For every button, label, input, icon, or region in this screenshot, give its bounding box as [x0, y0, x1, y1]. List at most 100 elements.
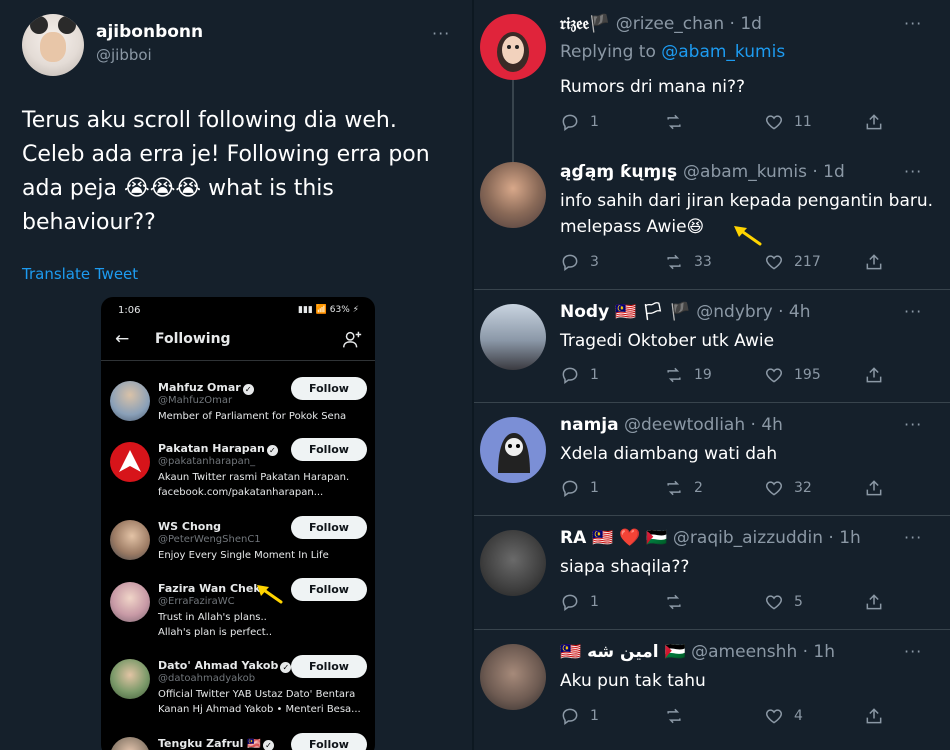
- reply-author-handle[interactable]: @deewtodliah: [624, 415, 745, 435]
- retweet-icon: [667, 254, 681, 270]
- retweet-button[interactable]: [664, 110, 694, 134]
- account-bio: Official Twitter YAB Ustaz Dato' Bentara…: [158, 689, 361, 715]
- share-button[interactable]: [864, 590, 894, 614]
- share-button[interactable]: [864, 476, 894, 500]
- follow-button[interactable]: Follow: [291, 377, 367, 400]
- reply-header: 🇲🇾 امين شه 🇵🇸 @ameenshh · 1h: [560, 642, 835, 662]
- account-name[interactable]: WS Chong: [158, 520, 221, 533]
- reply-button[interactable]: 3: [560, 250, 599, 274]
- retweet-button[interactable]: 2: [664, 476, 703, 500]
- reply-button[interactable]: 1: [560, 590, 599, 614]
- avatar[interactable]: [110, 520, 150, 560]
- avatar[interactable]: [110, 737, 150, 750]
- avatar[interactable]: [110, 582, 150, 622]
- reply-author-handle[interactable]: @ameenshh: [691, 642, 797, 662]
- avatar[interactable]: [480, 14, 546, 80]
- reply-button[interactable]: 1: [560, 476, 599, 500]
- retweet-button[interactable]: 33: [664, 250, 712, 274]
- replies-panel: 𝔯𝔦𝔷𝔢𝔢🏴 @rizee_chan · 1d ··· Replying to …: [474, 0, 950, 750]
- heart-icon: [765, 115, 783, 130]
- share-button[interactable]: [864, 250, 894, 274]
- reply-tweet[interactable]: Nody 🇲🇾 🏳 🏴 @ndybry · 4h ··· Tragedi Okt…: [474, 290, 950, 403]
- reply-time[interactable]: · 1h: [803, 642, 835, 662]
- account-name[interactable]: Tengku Zafrul 🇲🇾 ✓: [158, 737, 274, 750]
- account-name[interactable]: Dato' Ahmad Yakob ✓: [158, 659, 292, 673]
- reply-author-name[interactable]: RA 🇲🇾 ❤️ 🇵🇸: [560, 528, 668, 548]
- reply-time[interactable]: · 4h: [778, 302, 810, 322]
- reply-button[interactable]: 1: [560, 110, 599, 134]
- reply-author-handle[interactable]: @abam_kumis: [683, 162, 807, 182]
- retweet-button[interactable]: [664, 590, 694, 614]
- reply-time[interactable]: · 1d: [730, 14, 762, 34]
- more-options-icon[interactable]: ···: [904, 642, 922, 661]
- follow-button[interactable]: Follow: [291, 733, 367, 750]
- more-options-icon[interactable]: ···: [904, 302, 922, 321]
- avatar[interactable]: [480, 644, 546, 710]
- phone-header: ← Following: [101, 327, 375, 361]
- more-options-icon[interactable]: ···: [904, 415, 922, 434]
- follow-button[interactable]: Follow: [291, 655, 367, 678]
- retweet-button[interactable]: [664, 704, 694, 728]
- heart-icon: [765, 368, 783, 383]
- like-button[interactable]: 217: [764, 250, 821, 274]
- reply-author-handle[interactable]: @rizee_chan: [616, 14, 724, 34]
- author-handle[interactable]: @jibboi: [96, 46, 152, 64]
- more-options-icon[interactable]: ···: [904, 162, 922, 181]
- retweet-button[interactable]: 19: [664, 363, 712, 387]
- retweet-icon: [667, 594, 681, 610]
- share-button[interactable]: [864, 110, 894, 134]
- avatar[interactable]: [480, 530, 546, 596]
- avatar[interactable]: [110, 442, 150, 482]
- reply-author-handle[interactable]: @raqib_aizzuddin: [673, 528, 823, 548]
- mention-link[interactable]: @abam_kumis: [661, 42, 785, 62]
- reply-author-name[interactable]: ąɠąɱ ƙųɱıʂ: [560, 162, 683, 182]
- avatar[interactable]: [480, 304, 546, 370]
- translate-tweet-link[interactable]: Translate Tweet: [22, 265, 138, 283]
- reply-tweet[interactable]: 🇲🇾 امين شه 🇵🇸 @ameenshh · 1h ··· Aku pun…: [474, 630, 950, 750]
- reply-author-name[interactable]: 𝔯𝔦𝔷𝔢𝔢🏴: [560, 14, 610, 34]
- avatar[interactable]: [110, 381, 150, 421]
- avatar[interactable]: [110, 659, 150, 699]
- more-options-icon[interactable]: ···: [904, 528, 922, 547]
- add-person-icon[interactable]: [341, 329, 363, 351]
- like-button[interactable]: 5: [764, 590, 803, 614]
- status-bar: 1:06 ▮▮▮ 📶 63% ⚡: [101, 297, 375, 325]
- follow-button[interactable]: Follow: [291, 438, 367, 461]
- account-name[interactable]: Pakatan Harapan ✓: [158, 442, 278, 456]
- more-options-icon[interactable]: ···: [904, 14, 922, 33]
- like-button[interactable]: 195: [764, 363, 821, 387]
- like-button[interactable]: 11: [764, 110, 812, 134]
- reply-tweet[interactable]: namja @deewtodliah · 4h ··· Xdela diamba…: [474, 403, 950, 516]
- account-name[interactable]: Mahfuz Omar ✓: [158, 381, 254, 395]
- reply-button[interactable]: 1: [560, 363, 599, 387]
- author-avatar[interactable]: [22, 14, 84, 76]
- reply-time[interactable]: · 1d: [812, 162, 844, 182]
- arrow-left-icon[interactable]: ←: [115, 329, 129, 349]
- reply-author-handle[interactable]: @ndybry: [696, 302, 772, 322]
- account-handle: @ErraFaziraWC: [158, 596, 235, 607]
- like-button[interactable]: 4: [764, 704, 803, 728]
- more-options-icon[interactable]: ···: [432, 24, 450, 43]
- author-name[interactable]: ajibonbonn: [96, 22, 203, 42]
- avatar[interactable]: [480, 417, 546, 483]
- reply-button[interactable]: 1: [560, 704, 599, 728]
- avatar[interactable]: [480, 162, 546, 228]
- reply-tweet[interactable]: RA 🇲🇾 ❤️ 🇵🇸 @raqib_aizzuddin · 1h ··· si…: [474, 516, 950, 630]
- follow-button[interactable]: Follow: [291, 516, 367, 539]
- share-icon: [866, 114, 882, 130]
- reply-author-name[interactable]: Nody 🇲🇾 🏳 🏴: [560, 302, 691, 322]
- share-button[interactable]: [864, 704, 894, 728]
- reply-author-name[interactable]: 🇲🇾 امين شه 🇵🇸: [560, 642, 686, 662]
- like-button[interactable]: 32: [764, 476, 812, 500]
- follow-button[interactable]: Follow: [291, 578, 367, 601]
- account-handle: @datoahmadyakob: [158, 673, 256, 684]
- share-button[interactable]: [864, 363, 894, 387]
- reply-tweet[interactable]: ąɠąɱ ƙųɱıʂ @abam_kumis · 1d ··· info sah…: [474, 148, 950, 290]
- reply-header: Nody 🇲🇾 🏳 🏴 @ndybry · 4h: [560, 302, 811, 322]
- reply-time[interactable]: · 4h: [751, 415, 783, 435]
- reply-tweet[interactable]: 𝔯𝔦𝔷𝔢𝔢🏴 @rizee_chan · 1d ··· Replying to …: [474, 0, 950, 148]
- account-name[interactable]: Fazira Wan Chek: [158, 582, 261, 595]
- reply-time[interactable]: · 1h: [828, 528, 860, 548]
- reply-header: ąɠąɱ ƙųɱıʂ @abam_kumis · 1d: [560, 162, 845, 182]
- reply-author-name[interactable]: namja: [560, 415, 619, 435]
